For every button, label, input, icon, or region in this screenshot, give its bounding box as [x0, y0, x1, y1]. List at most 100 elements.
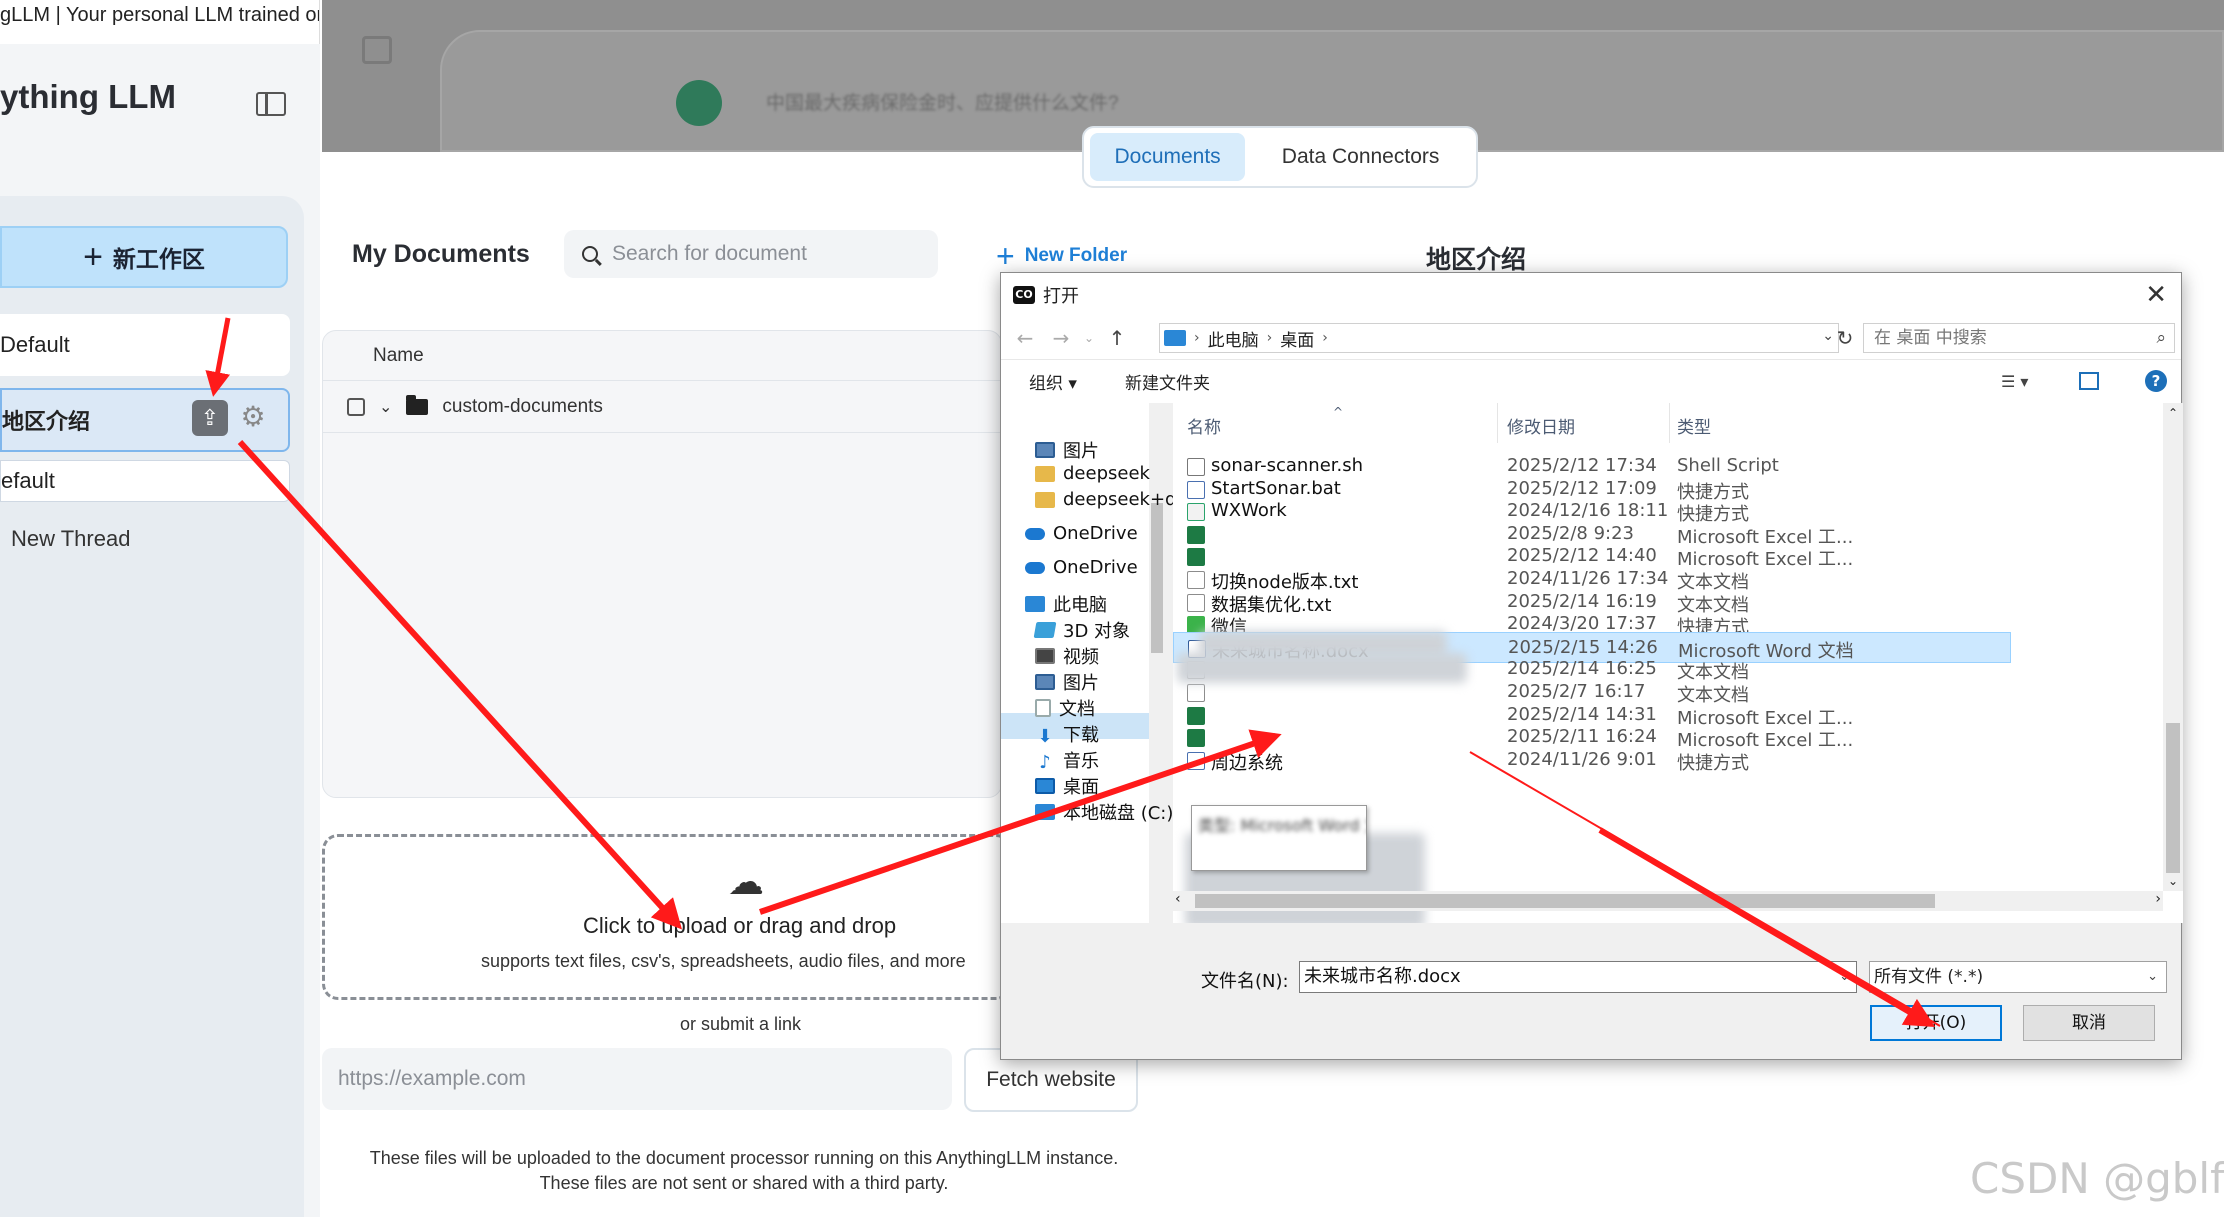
- tab-data-connectors[interactable]: Data Connectors: [1251, 133, 1470, 181]
- footnote-line: These files will be uploaded to the docu…: [369, 1148, 1119, 1168]
- or-submit-link-label: or submit a link: [680, 1014, 802, 1034]
- nav-item[interactable]: ⬇ 下载: [1035, 721, 1099, 747]
- column-divider[interactable]: [1497, 403, 1498, 443]
- organize-button[interactable]: 组织 ▾: [1029, 369, 1077, 394]
- file-list: 名称 ^ 修改日期 类型 sonar-scanner.sh 2025/2/12 1…: [1173, 403, 2183, 923]
- nav-item[interactable]: 图片: [1035, 437, 1099, 463]
- nav-item-label: 图片: [1063, 441, 1099, 462]
- folder-name: custom-documents: [442, 395, 603, 417]
- nav-item[interactable]: deepseek: [1035, 463, 1150, 484]
- watermark: CSDN @gblfy: [1970, 1154, 2224, 1203]
- scroll-up-icon[interactable]: ⌃: [2163, 403, 2183, 423]
- file-type-select[interactable]: 所有文件 (*.*) ⌄: [1869, 961, 2167, 993]
- nav-scrollbar[interactable]: [1149, 403, 1165, 923]
- scroll-left-icon[interactable]: ‹: [1175, 891, 1181, 907]
- gear-icon[interactable]: ⚙: [236, 400, 270, 434]
- nav-item[interactable]: 文档: [1035, 695, 1095, 721]
- chat-message-preview: 中国最大疾病保险金时、应提供什么文件?: [766, 93, 1119, 114]
- new-workspace-button[interactable]: + 新工作区: [0, 226, 288, 288]
- plus-icon: +: [83, 238, 103, 276]
- address-bar[interactable]: › 此电脑 › 桌面 › ⌄: [1159, 323, 1839, 353]
- downloads-icon: ⬇: [1037, 726, 1053, 747]
- view-options-icon[interactable]: ☰ ▾: [2001, 372, 2028, 391]
- upload-icon[interactable]: ⇪: [192, 400, 228, 436]
- table-row[interactable]: ⌄ custom-documents: [323, 381, 1001, 433]
- scroll-down-icon[interactable]: ⌄: [2163, 871, 2183, 891]
- dialog-search-input[interactable]: 在 桌面 中搜索 ⌕: [1863, 323, 2175, 353]
- file-type-value: 所有文件 (*.*): [1874, 967, 1984, 987]
- nav-item-label: 此电脑: [1053, 595, 1107, 616]
- chevron-down-icon[interactable]: ⌄: [2147, 962, 2158, 992]
- upload-footnote: These files will be uploaded to the docu…: [300, 1146, 1188, 1196]
- new-folder-button[interactable]: 新建文件夹: [1125, 369, 1210, 394]
- sidebar-toggle-icon[interactable]: [256, 92, 286, 116]
- forward-arrow-icon[interactable]: →: [1043, 326, 1079, 350]
- nav-item[interactable]: OneDrive: [1025, 523, 1138, 544]
- scrollbar-thumb[interactable]: [1195, 894, 1935, 908]
- search-icon: [582, 246, 598, 262]
- back-arrow-icon[interactable]: ←: [1007, 326, 1043, 350]
- app-icon: CO: [1013, 286, 1035, 304]
- new-folder-button[interactable]: + New Folder: [996, 240, 1127, 272]
- nav-item-label: OneDrive: [1053, 557, 1138, 578]
- shortcut-icon: [1187, 751, 1205, 770]
- folder-icon: [1035, 465, 1055, 482]
- nav-item[interactable]: 图片: [1035, 669, 1099, 695]
- chevron-down-icon[interactable]: ⌄: [379, 397, 392, 417]
- 3d-objects-icon: [1033, 622, 1057, 638]
- nav-item[interactable]: 桌面: [1035, 773, 1099, 799]
- row-checkbox[interactable]: [347, 397, 365, 416]
- close-icon[interactable]: ✕: [2145, 279, 2167, 311]
- nav-item[interactable]: 本地磁盘 (C:): [1035, 799, 1173, 825]
- cloud-upload-icon: ☁: [728, 861, 764, 902]
- open-button[interactable]: 打开(O): [1870, 1005, 2002, 1041]
- help-icon[interactable]: ?: [2145, 370, 2167, 392]
- column-header-date[interactable]: 修改日期: [1507, 413, 1575, 438]
- nav-item[interactable]: 视频: [1035, 643, 1099, 669]
- workspace-item-default[interactable]: Default: [0, 314, 290, 376]
- file-list-hscrollbar[interactable]: ‹ ›: [1173, 891, 2163, 911]
- column-header-name[interactable]: 名称: [1187, 413, 1221, 438]
- file-list-vscrollbar[interactable]: ⌃ ⌄: [2163, 403, 2183, 891]
- upload-dropzone[interactable]: ☁ Click to upload or drag and drop suppo…: [322, 834, 1012, 1000]
- breadcrumb-item[interactable]: 此电脑: [1208, 326, 1259, 351]
- scrollbar-thumb[interactable]: [1151, 503, 1163, 653]
- file-list-header: 名称 ^ 修改日期 类型: [1173, 403, 2183, 443]
- url-input[interactable]: https://example.com: [322, 1048, 952, 1110]
- thread-item-default[interactable]: efault: [0, 460, 290, 502]
- breadcrumb-item[interactable]: 桌面: [1280, 326, 1314, 351]
- nav-item[interactable]: ♪ 音乐: [1035, 747, 1099, 773]
- nav-item[interactable]: 3D 对象: [1033, 617, 1130, 643]
- panel-toggle-icon: [362, 36, 392, 64]
- upload-title: Click to upload or drag and drop: [583, 913, 897, 938]
- tab-documents[interactable]: Documents: [1090, 133, 1246, 181]
- cancel-button[interactable]: 取消: [2023, 1005, 2155, 1041]
- new-workspace-label: 新工作区: [112, 246, 205, 272]
- upload-subtitle: supports text files, csv's, spreadsheets…: [481, 951, 966, 971]
- chevron-right-icon: ›: [1194, 330, 1200, 346]
- scroll-right-icon[interactable]: ›: [2155, 891, 2161, 907]
- navigation-bar: ← → ⌄ ↑ › 此电脑 › 桌面 › ⌄ ↻ 在 桌面 中搜索 ⌕: [1001, 317, 2181, 359]
- column-divider[interactable]: [1669, 403, 1670, 443]
- scrollbar-thumb[interactable]: [2166, 723, 2180, 873]
- chevron-right-icon: ›: [1322, 330, 1328, 346]
- nav-item-label: 视频: [1063, 647, 1099, 668]
- preview-pane-icon[interactable]: [2079, 372, 2099, 390]
- nav-item[interactable]: 此电脑: [1025, 591, 1107, 617]
- new-thread-button[interactable]: New Thread: [11, 526, 130, 552]
- chevron-right-icon: ›: [1266, 330, 1273, 346]
- nav-item[interactable]: OneDrive: [1025, 557, 1138, 578]
- modal-tabs: Documents Data Connectors: [1082, 126, 1478, 188]
- list-item[interactable]: 周边系统 2024/11/26 9:01 快捷方式: [1173, 745, 2011, 776]
- dropdown-arrow-icon[interactable]: ⌄: [1079, 331, 1099, 345]
- new-folder-label: New Folder: [1024, 245, 1128, 266]
- filename-input[interactable]: 未来城市名称.docx ⌄: [1299, 961, 1857, 993]
- my-documents-heading: My Documents: [352, 240, 530, 268]
- document-search-input[interactable]: Search for document: [564, 230, 938, 278]
- refresh-icon[interactable]: ↻: [1831, 323, 1859, 353]
- up-arrow-icon[interactable]: ↑: [1099, 326, 1135, 350]
- chevron-down-icon[interactable]: ⌄: [1839, 962, 1850, 992]
- blurred-filename: [1177, 653, 1467, 683]
- workspace-title: 地区介绍: [1426, 246, 1527, 274]
- column-header-type[interactable]: 类型: [1677, 413, 1711, 438]
